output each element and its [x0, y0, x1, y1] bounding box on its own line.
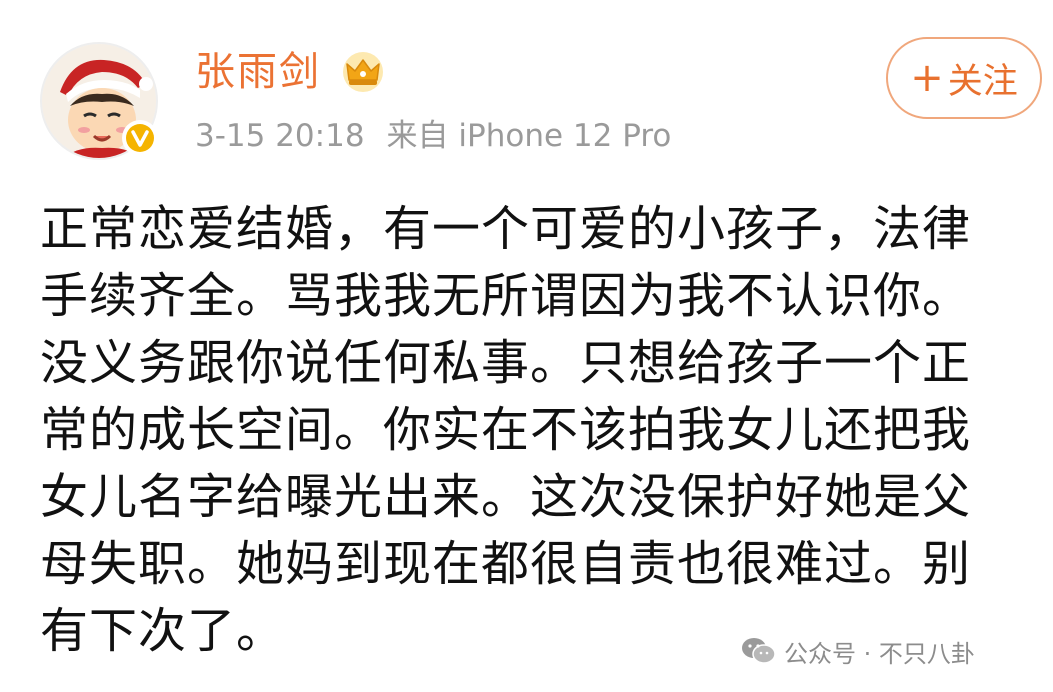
post-text-line: 手续齐全。骂我我无所谓因为我不认识你。 [40, 268, 972, 324]
weibo-post-card: 张雨剑 3-15 20:18 来自 iPhone 12 Pro + 关注 正常恋爱… [0, 0, 1053, 692]
watermark-text: 公众号 · 不只八卦 [784, 639, 975, 668]
post-text-line: 常的成长空间。你实在不该拍我女儿还把我 [40, 402, 972, 458]
plus-icon: + [910, 55, 944, 101]
post-meta: 3-15 20:18 来自 iPhone 12 Pro [195, 114, 671, 158]
watermark: 公众号 · 不只八卦 [740, 633, 975, 669]
follow-label: 关注 [947, 61, 1018, 102]
verified-v-icon [126, 124, 154, 152]
post-text-line: 女儿名字给曝光出来。这次没保护好她是父 [40, 469, 972, 525]
post-timestamp: 3-15 20:18 [195, 118, 365, 154]
follow-button[interactable]: + 关注 [886, 37, 1042, 119]
avatar-container[interactable] [40, 42, 158, 160]
verified-badge [122, 120, 158, 156]
post-text-line: 没义务跟你说任何私事。只想给孩子一个正 [40, 335, 972, 391]
post-text-line: 正常恋爱结婚，有一个可爱的小孩子，法律 [40, 201, 972, 257]
post-text: 正常恋爱结婚，有一个可爱的小孩子，法律 手续齐全。骂我我无所谓因为我不认识你。 … [40, 196, 1030, 665]
post-text-line: 母失职。她妈到现在都很自责也很难过。别 [40, 536, 972, 592]
wechat-icon [742, 638, 776, 664]
username[interactable]: 张雨剑 [195, 44, 321, 100]
crown-icon [343, 52, 383, 92]
post-source[interactable]: 来自 iPhone 12 Pro [387, 118, 672, 154]
